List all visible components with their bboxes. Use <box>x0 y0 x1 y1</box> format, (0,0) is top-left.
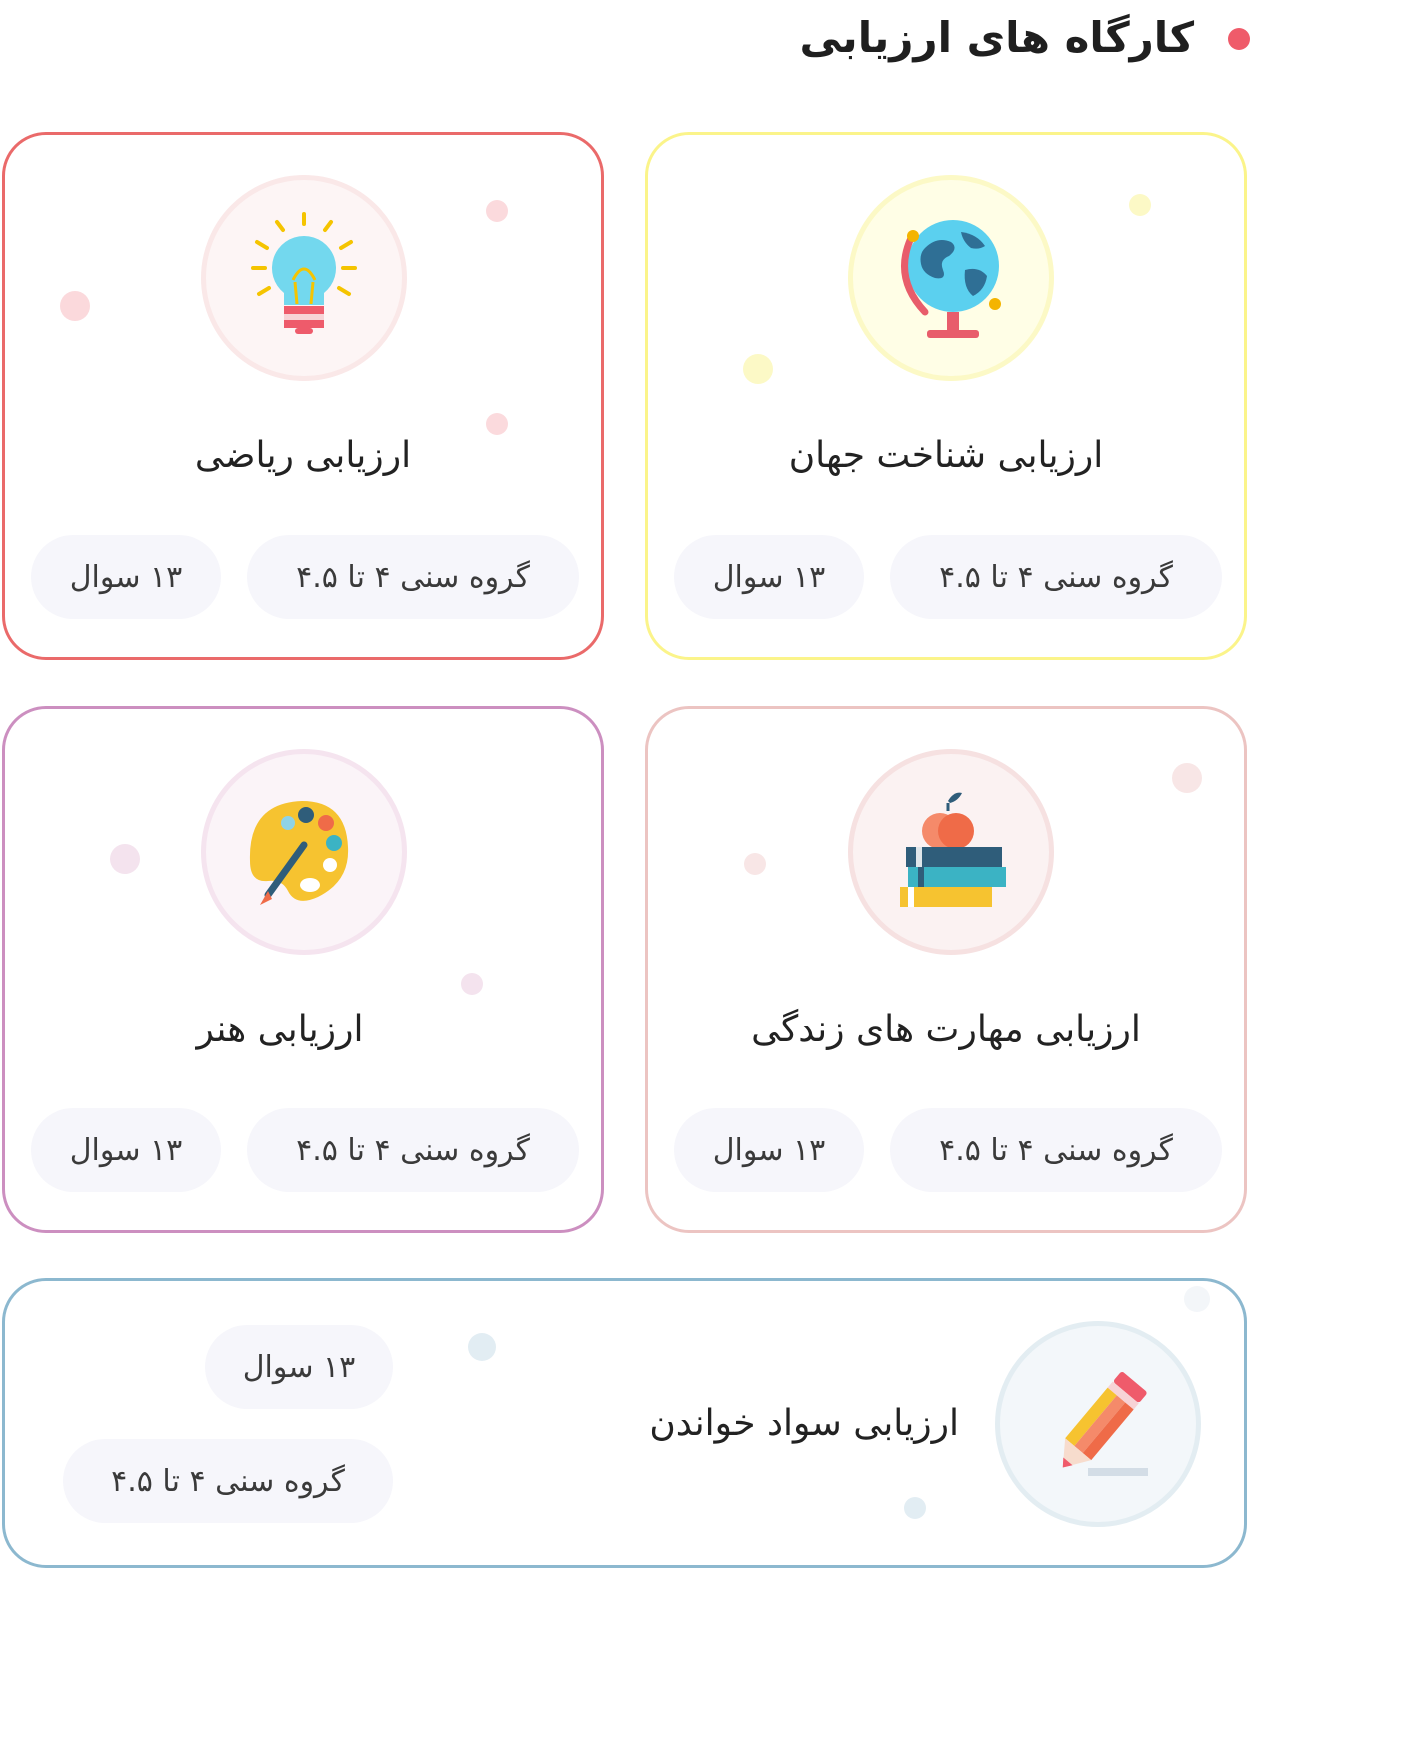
age-group-badge: گروه سنی ۴ تا ۴.۵ <box>247 535 579 619</box>
card-title: ارزیابی مهارت های زندگی <box>751 1009 1141 1050</box>
decor-dot <box>743 354 773 384</box>
card-title: ارزیابی سواد خواندن <box>649 1403 959 1444</box>
card-art[interactable]: ارزیابی هنر گروه سنی ۴ تا ۴.۵ ۱۳ سوال <box>2 706 604 1233</box>
decor-dot <box>1129 194 1151 216</box>
pencil-icon <box>1062 1372 1148 1476</box>
lightbulb-icon <box>251 212 357 334</box>
decor-dot <box>904 1497 926 1519</box>
decor-dot <box>744 853 766 875</box>
paint-palette-icon-circle <box>201 749 407 955</box>
age-group-badge: گروه سنی ۴ تا ۴.۵ <box>247 1108 579 1192</box>
decor-dot <box>486 200 508 222</box>
question-count-badge: ۱۳ سوال <box>31 535 221 619</box>
section-title-dot <box>1228 28 1250 50</box>
books-apple-icon-circle <box>848 749 1054 955</box>
section-title: کارگاه های ارزیابی <box>799 13 1194 62</box>
books-apple-icon <box>900 792 1006 907</box>
age-group-badge: گروه سنی ۴ تا ۴.۵ <box>890 1108 1222 1192</box>
decor-dot <box>1184 1286 1210 1312</box>
paint-palette-icon <box>249 801 349 905</box>
question-count-badge: ۱۳ سوال <box>205 1325 393 1409</box>
age-group-badge: گروه سنی ۴ تا ۴.۵ <box>890 535 1222 619</box>
decor-dot <box>1172 763 1202 793</box>
card-title: ارزیابی ریاضی <box>194 435 412 476</box>
pencil-icon-circle <box>995 1321 1201 1527</box>
question-count-badge: ۱۳ سوال <box>674 535 864 619</box>
card-math[interactable]: ارزیابی ریاضی گروه سنی ۴ تا ۴.۵ ۱۳ سوال <box>2 132 604 660</box>
card-world-knowledge[interactable]: ارزیابی شناخت جهان گروه سنی ۴ تا ۴.۵ ۱۳ … <box>645 132 1247 660</box>
decor-dot <box>110 844 140 874</box>
question-count-badge: ۱۳ سوال <box>674 1108 864 1192</box>
question-count-badge: ۱۳ سوال <box>31 1108 221 1192</box>
lightbulb-icon-circle <box>201 175 407 381</box>
age-group-badge: گروه سنی ۴ تا ۴.۵ <box>63 1439 393 1523</box>
card-life-skills[interactable]: ارزیابی مهارت های زندگی گروه سنی ۴ تا ۴.… <box>645 706 1247 1233</box>
decor-dot <box>468 1333 496 1361</box>
decor-dot <box>60 291 90 321</box>
decor-dot <box>486 413 508 435</box>
decor-dot <box>461 973 483 995</box>
globe-icon <box>901 220 1001 338</box>
globe-icon-circle <box>848 175 1054 381</box>
card-reading-literacy[interactable]: ارزیابی سواد خواندن ۱۳ سوال گروه سنی ۴ ت… <box>2 1278 1247 1568</box>
card-title: ارزیابی هنر <box>196 1009 364 1050</box>
card-title: ارزیابی شناخت جهان <box>788 435 1104 476</box>
